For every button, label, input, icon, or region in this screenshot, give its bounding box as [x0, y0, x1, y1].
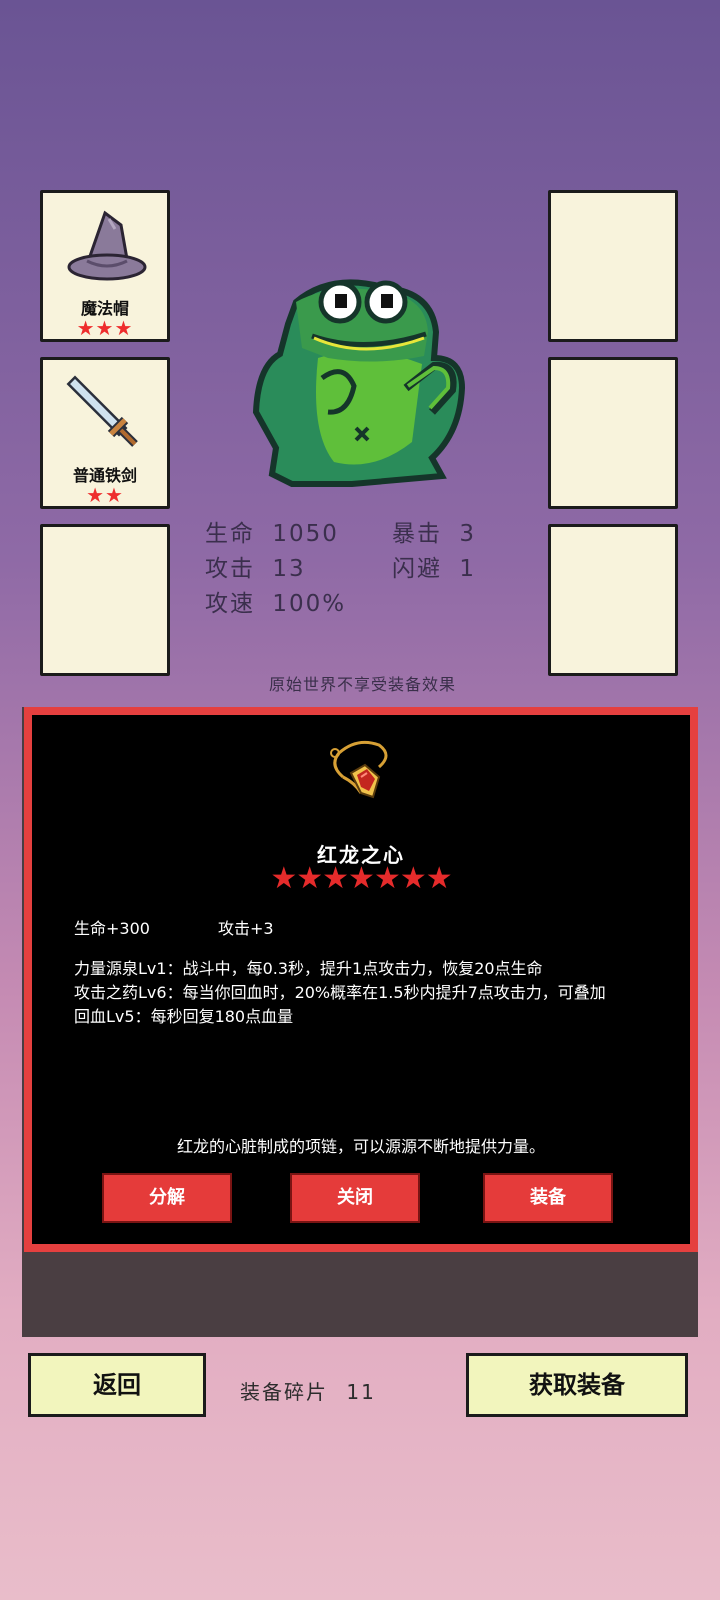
world-note: 原始世界不享受装备效果: [268, 675, 456, 694]
decompose-button[interactable]: 分解: [102, 1173, 232, 1223]
stat-dodge-value: 1: [459, 556, 476, 582]
equipment-shards: 装备碎片 11: [240, 1376, 376, 1405]
stat-atk-value: 13: [272, 556, 306, 582]
stat-speed: 攻速 100%: [205, 584, 346, 618]
shards-value: 11: [346, 1380, 376, 1404]
slot-item-stars: ★★: [86, 483, 124, 507]
equip-slot-left-2[interactable]: 普通铁剑 ★★: [40, 357, 170, 509]
stat-atk: 攻击 13: [205, 549, 306, 583]
skill-line: 力量源泉Lv1：战斗中，每0.3秒，提升1点攻击力，恢复20点生命: [74, 959, 543, 978]
stat-crit-label: 暴击: [392, 521, 442, 547]
equip-slot-right-3[interactable]: [548, 524, 678, 676]
skill-line: 回血Lv5：每秒回复180点血量: [74, 1007, 294, 1026]
stat-hp-label: 生命: [205, 521, 255, 547]
item-description: 红龙的心脏制成的项链，可以源源不断地提供力量。: [176, 1137, 545, 1156]
item-attr-hp: 生命+300: [74, 919, 150, 938]
stat-crit: 暴击 3: [392, 514, 476, 548]
close-button[interactable]: 关闭: [290, 1173, 420, 1223]
item-attr-atk: 攻击+3: [218, 919, 274, 938]
skill-line: 攻击之药Lv6：每当你回血时，20%概率在1.5秒内提升7点攻击力，可叠加: [74, 983, 606, 1002]
shards-label: 装备碎片: [240, 1380, 328, 1404]
stat-hp: 生命 1050: [205, 514, 339, 548]
frog-character: [252, 279, 466, 487]
item-detail-panel: 红龙之心 ★★★★★★★ 生命+300 攻击+3 力量源泉Lv1：战斗中，每0.…: [24, 707, 698, 1252]
equip-slot-right-2[interactable]: [548, 357, 678, 509]
slot-item-stars: ★★★: [76, 316, 134, 340]
get-equipment-button[interactable]: 获取装备: [466, 1353, 688, 1417]
stat-speed-value: 100%: [272, 591, 347, 617]
item-rarity-stars: ★★★★★★★: [270, 861, 452, 896]
stat-dodge: 闪避 1: [392, 549, 476, 583]
equip-slot-left-3[interactable]: [40, 524, 170, 676]
iron-sword-icon: [66, 375, 138, 447]
equip-slot-right-1[interactable]: [548, 190, 678, 342]
stat-speed-label: 攻速: [205, 591, 255, 617]
stat-dodge-label: 闪避: [392, 556, 442, 582]
back-button[interactable]: 返回: [28, 1353, 206, 1417]
equip-slot-left-1[interactable]: 魔法帽 ★★★: [40, 190, 170, 342]
item-skills: 力量源泉Lv1：战斗中，每0.3秒，提升1点攻击力，恢复20点生命 攻击之药Lv…: [74, 957, 654, 1029]
wizard-hat-icon: [67, 210, 147, 281]
equip-button[interactable]: 装备: [483, 1173, 613, 1223]
ruby-necklace-icon: [330, 740, 388, 799]
stat-atk-label: 攻击: [205, 556, 255, 582]
stat-crit-value: 3: [459, 521, 476, 547]
stat-hp-value: 1050: [272, 521, 339, 547]
